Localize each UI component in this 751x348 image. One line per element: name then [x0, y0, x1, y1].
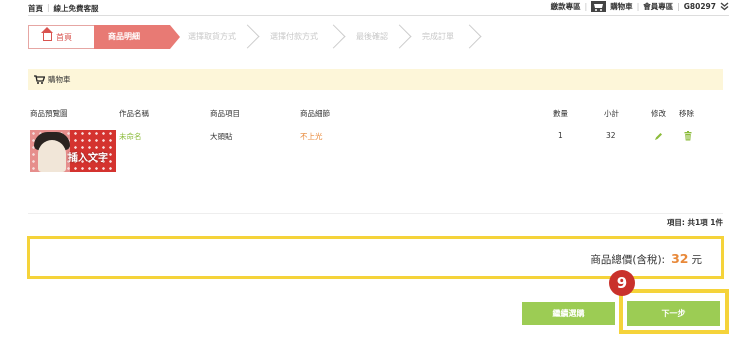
product-name[interactable]: 未命名 — [119, 131, 142, 142]
product-detail: 不上光 — [300, 132, 323, 141]
nav-member-link[interactable]: 會員專區 — [643, 1, 673, 12]
step-delivery: 選擇取貨方式 — [170, 24, 260, 49]
top-divider — [28, 15, 729, 16]
product-item: 大頭貼 — [210, 132, 233, 141]
cart-title: 購物車 — [48, 75, 71, 84]
house-icon — [41, 27, 53, 41]
top-nav-left: 首頁 | 線上免費客服 — [28, 3, 99, 14]
checkout-steps: 首頁 商品明細 選擇取貨方式 選擇付款方式 最後確認 完成訂單 — [28, 24, 482, 49]
step-label: 商品明細 — [108, 32, 140, 41]
step-confirm: 最後確認 — [342, 24, 412, 49]
step-complete: 完成訂單 — [408, 24, 482, 49]
step-label: 完成訂單 — [422, 32, 454, 41]
step-chevron — [457, 24, 482, 49]
nav-home-link[interactable]: 首頁 — [28, 3, 43, 14]
next-step-button[interactable]: 下一步 — [627, 301, 720, 326]
preview-face — [38, 140, 66, 172]
header-item: 商品項目 — [210, 109, 240, 118]
table-divider — [28, 213, 723, 214]
header-preview: 商品預覽圖 — [30, 109, 68, 118]
continue-shopping-button[interactable]: 繼續選購 — [522, 302, 615, 325]
total-label: 商品總價(含稅): — [590, 254, 666, 266]
member-id[interactable]: G80297 — [684, 2, 716, 11]
step-label: 選擇取貨方式 — [188, 32, 236, 41]
trash-icon[interactable] — [684, 131, 692, 141]
step-number-badge: 9 — [609, 270, 635, 296]
total-amount: 32 — [671, 251, 689, 266]
step-product-detail: 商品明細 — [94, 25, 180, 49]
header-remove: 移除 — [679, 109, 694, 118]
step-label: 最後確認 — [356, 32, 388, 41]
double-chevron-down-icon[interactable] — [720, 2, 729, 11]
item-summary: 項目: 共1項 1件 — [666, 218, 723, 227]
header-edit: 修改 — [651, 109, 666, 118]
step-home-label: 首頁 — [56, 33, 72, 42]
step-label: 選擇付款方式 — [270, 32, 318, 41]
header-subtotal: 小計 — [604, 109, 619, 118]
nav-separator: | — [636, 2, 640, 11]
nav-cart-link[interactable]: 購物車 — [610, 1, 633, 12]
nav-separator: | — [47, 3, 50, 12]
pencil-icon[interactable] — [654, 132, 663, 141]
nav-separator: | — [677, 2, 680, 11]
cart-section-header: 購物車 — [28, 69, 723, 90]
product-preview-image[interactable]: 插入文字 — [30, 130, 116, 172]
preview-text: 插入文字 — [68, 153, 108, 164]
header-name: 作品名稱 — [119, 109, 149, 118]
top-nav-right: 繳款專區 | 購物車 | 會員專區 | G80297 — [551, 1, 729, 12]
header-qty: 數量 — [553, 109, 568, 118]
cart-icon[interactable] — [591, 1, 607, 12]
cart-icon — [34, 75, 45, 84]
nav-support-link[interactable]: 線上免費客服 — [54, 3, 99, 14]
nav-separator: | — [584, 2, 588, 11]
product-qty: 1 — [558, 131, 563, 140]
step-home[interactable]: 首頁 — [28, 25, 94, 49]
header-detail: 商品細節 — [300, 109, 330, 118]
nav-payment-link[interactable]: 繳款專區 — [551, 1, 581, 12]
step-payment: 選擇付款方式 — [256, 24, 346, 49]
total-price: 商品總價(含稅): 32 元 — [590, 251, 702, 267]
product-subtotal: 32 — [606, 131, 616, 140]
total-unit: 元 — [691, 254, 703, 266]
